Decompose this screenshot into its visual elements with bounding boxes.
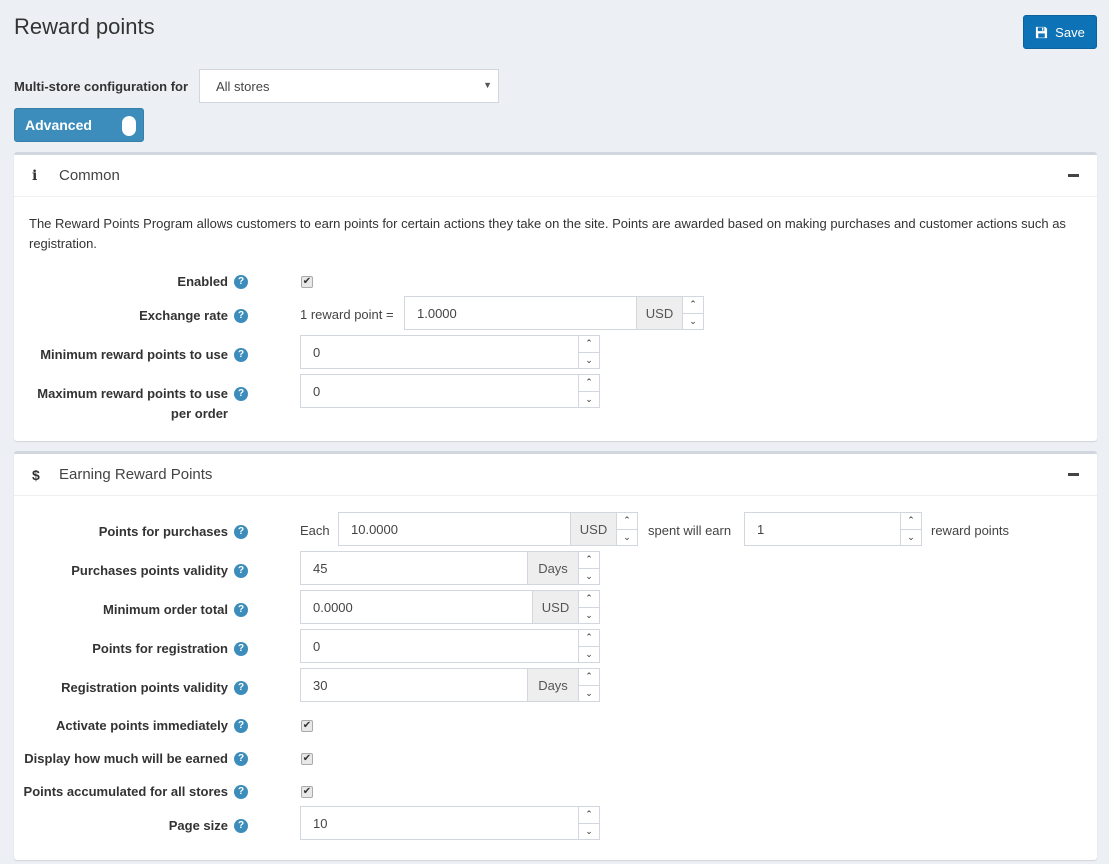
decrement-icon[interactable]: ⌄: [579, 686, 599, 702]
page-title: Reward points: [14, 14, 155, 39]
max-points-label: Maximum reward points to use per order: [37, 386, 228, 421]
currency-addon: USD: [570, 513, 616, 545]
enabled-checkbox[interactable]: ✔: [301, 276, 313, 288]
purchases-each: Each: [300, 523, 330, 538]
display-earned-checkbox[interactable]: ✔: [301, 753, 313, 765]
exchange-rate-input[interactable]: 1.0000 USD ⌃ ⌄: [404, 296, 704, 330]
registration-label: Points for registration: [92, 641, 228, 656]
decrement-icon[interactable]: ⌄: [579, 392, 599, 408]
help-icon[interactable]: ?: [234, 681, 248, 695]
registration-validity-input[interactable]: 30 Days ⌃ ⌄: [300, 668, 600, 702]
toggle-knob: [122, 116, 136, 136]
earning-card: $ Earning Reward Points Points for purch…: [14, 451, 1097, 860]
increment-icon[interactable]: ⌃: [579, 591, 599, 608]
decrement-icon[interactable]: ⌄: [579, 824, 599, 840]
increment-icon[interactable]: ⌃: [579, 669, 599, 686]
increment-icon[interactable]: ⌃: [683, 297, 703, 314]
help-icon[interactable]: ?: [234, 348, 248, 362]
collapse-icon[interactable]: [1068, 174, 1079, 177]
registration-validity-label: Registration points validity: [61, 680, 228, 695]
multistore-value: All stores: [216, 78, 270, 94]
increment-icon[interactable]: ⌃: [579, 630, 599, 647]
help-icon[interactable]: ?: [234, 719, 248, 733]
days-addon: Days: [527, 669, 578, 701]
purchases-amount-input[interactable]: 10.0000 USD ⌃ ⌄: [338, 512, 638, 546]
earning-card-header[interactable]: $ Earning Reward Points: [14, 454, 1097, 496]
purchases-suffix: reward points: [931, 523, 1010, 538]
decrement-icon[interactable]: ⌄: [579, 608, 599, 624]
purchases-points-input[interactable]: 1 ⌃ ⌄: [744, 512, 922, 546]
decrement-icon[interactable]: ⌄: [617, 530, 637, 546]
increment-icon[interactable]: ⌃: [901, 513, 921, 530]
help-icon[interactable]: ?: [234, 785, 248, 799]
currency-addon: USD: [532, 591, 578, 623]
purchases-validity-label: Purchases points validity: [71, 563, 228, 578]
common-card: i Common The Reward Points Program allow…: [14, 152, 1097, 441]
display-earned-label: Display how much will be earned: [24, 751, 228, 766]
decrement-icon[interactable]: ⌄: [579, 569, 599, 585]
currency-addon: USD: [636, 297, 682, 329]
decrement-icon[interactable]: ⌄: [901, 530, 921, 546]
multistore-label: Multi-store configuration for: [14, 79, 189, 94]
common-description: The Reward Points Program allows custome…: [29, 216, 1066, 251]
accumulated-label: Points accumulated for all stores: [23, 784, 228, 799]
help-icon[interactable]: ?: [234, 603, 248, 617]
help-icon[interactable]: ?: [234, 819, 248, 833]
increment-icon[interactable]: ⌃: [579, 375, 599, 392]
purchases-validity-input[interactable]: 45 Days ⌃ ⌄: [300, 551, 600, 585]
common-title: Common: [59, 167, 120, 184]
multistore-select[interactable]: All stores ▼: [199, 69, 499, 103]
registration-input[interactable]: 0 ⌃ ⌄: [300, 629, 600, 663]
common-card-header[interactable]: i Common: [14, 155, 1097, 197]
help-icon[interactable]: ?: [234, 525, 248, 539]
max-points-input[interactable]: 0 ⌃ ⌄: [300, 374, 600, 408]
accumulated-checkbox[interactable]: ✔: [301, 786, 313, 798]
increment-icon[interactable]: ⌃: [579, 807, 599, 824]
purchases-mid-text: spent will earn: [648, 523, 732, 538]
purchases-label: Points for purchases: [98, 524, 228, 539]
help-icon[interactable]: ?: [234, 752, 248, 766]
advanced-toggle[interactable]: Advanced: [14, 108, 144, 142]
decrement-icon[interactable]: ⌄: [683, 314, 703, 330]
save-label: Save: [1055, 24, 1085, 40]
help-icon[interactable]: ?: [234, 564, 248, 578]
activate-label: Activate points immediately: [56, 718, 228, 733]
min-points-input[interactable]: 0 ⌃ ⌄: [300, 335, 600, 369]
info-icon: i: [32, 167, 38, 184]
activate-checkbox[interactable]: ✔: [301, 720, 313, 732]
floppy-disk-icon: [1036, 26, 1048, 38]
earning-title: Earning Reward Points: [59, 466, 213, 483]
decrement-icon[interactable]: ⌄: [579, 647, 599, 663]
help-icon[interactable]: ?: [234, 387, 248, 401]
page-size-input[interactable]: 10 ⌃ ⌄: [300, 806, 600, 840]
exchange-rate-prefix: 1 reward point =: [300, 307, 394, 322]
help-icon[interactable]: ?: [234, 642, 248, 656]
help-icon[interactable]: ?: [234, 309, 248, 323]
help-icon[interactable]: ?: [234, 275, 248, 289]
min-order-label: Minimum order total: [103, 602, 228, 617]
save-button[interactable]: Save: [1023, 15, 1097, 49]
increment-icon[interactable]: ⌃: [617, 513, 637, 530]
enabled-label: Enabled: [177, 274, 228, 289]
increment-icon[interactable]: ⌃: [579, 336, 599, 353]
dollar-icon: $: [32, 466, 40, 483]
decrement-icon[interactable]: ⌄: [579, 353, 599, 369]
min-points-label: Minimum reward points to use: [40, 347, 228, 362]
dropdown-arrow-icon: ▼: [483, 80, 492, 90]
advanced-label: Advanced: [25, 117, 92, 133]
collapse-icon[interactable]: [1068, 473, 1079, 476]
increment-icon[interactable]: ⌃: [579, 552, 599, 569]
exchange-rate-label: Exchange rate: [139, 308, 228, 323]
page-size-label: Page size: [168, 818, 228, 833]
days-addon: Days: [527, 552, 578, 584]
min-order-input[interactable]: 0.0000 USD ⌃ ⌄: [300, 590, 600, 624]
